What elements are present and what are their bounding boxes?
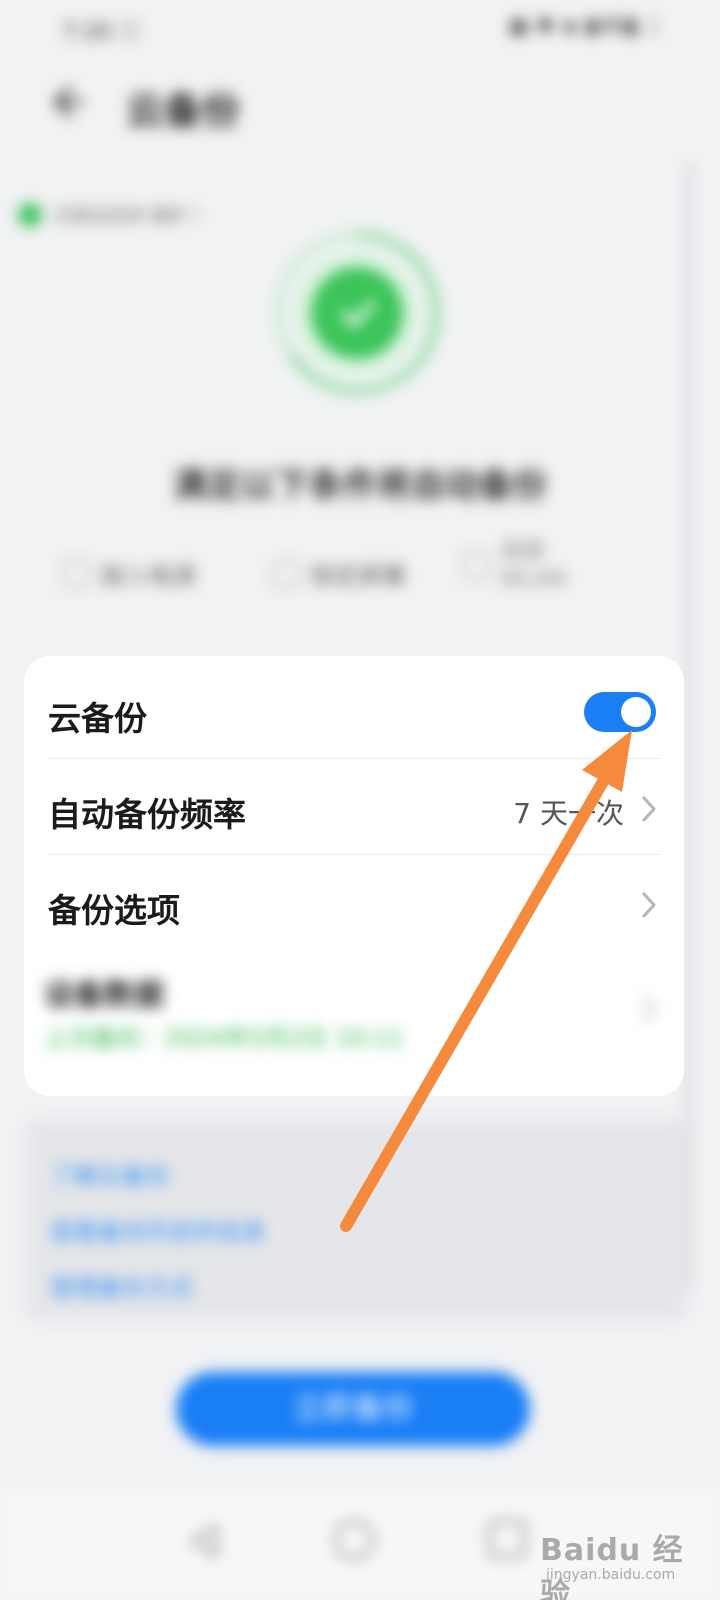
auto-backup-frequency-row[interactable]: 自动备份频率 7 天一次: [24, 760, 684, 856]
condition-power: 接入电源: [62, 556, 196, 591]
divider: [48, 758, 660, 759]
condition-label-line2: WLAN: [500, 567, 567, 592]
auto-backup-headline: 满足以下条件将自动备份: [173, 466, 547, 506]
status-time: 7:20 ⓘ: [62, 20, 141, 45]
info-link[interactable]: 管理备份方式: [50, 1268, 194, 1303]
device-data-title: 设备数据: [44, 978, 164, 1013]
chevron-right-icon: [642, 892, 656, 918]
cloud-backup-row[interactable]: 云备份: [24, 664, 684, 760]
condition-lock: 锁定屏幕: [272, 556, 406, 591]
status-icons: ▣ ✱ ◈ ▮46▮ ⎍: [508, 14, 660, 39]
cloud-backup-toggle[interactable]: [584, 692, 656, 732]
row-label: 备份选项: [48, 891, 180, 930]
lock-icon: [272, 559, 300, 588]
backup-options-row[interactable]: 备份选项: [24, 856, 684, 952]
row-label: 云备份: [48, 699, 147, 738]
backup-conditions: 接入电源 锁定屏幕 连接 WLAN: [62, 539, 662, 610]
info-links-panel: 了解云备份 查看备份历史的信息 管理备份方式: [26, 1120, 686, 1320]
row-label: 自动备份频率: [48, 795, 246, 834]
condition-label: 接入电源: [100, 562, 196, 590]
condition-wlan: 连接 WLAN: [462, 538, 566, 594]
status-bar: 7:20 ⓘ ▣ ✱ ◈ ▮46▮ ⎍: [0, 0, 720, 60]
page-title: 云备份: [126, 89, 241, 133]
frequency-value: 7 天一次: [513, 797, 624, 830]
power-plug-icon: [62, 559, 90, 588]
nav-recent-apps-icon[interactable]: [488, 1520, 526, 1558]
wifi-icon: [462, 552, 490, 580]
backup-status-ring-icon: [276, 231, 440, 394]
shield-check-icon: [18, 203, 42, 227]
info-link[interactable]: 查看备份历史的信息: [50, 1212, 266, 1247]
top-app-bar: 云备份: [0, 70, 720, 140]
toggle-knob: [621, 697, 651, 727]
baidu-jingyan-watermark: Baidu 经验 jingyan.baidu.com: [540, 1505, 710, 1600]
watermark-url: jingyan.baidu.com: [546, 1567, 676, 1583]
info-link[interactable]: 了解云备份: [50, 1156, 170, 1191]
settings-card: 云备份 自动备份频率 7 天一次 备份选项 设备数据 上次备份：2024年5月2…: [24, 656, 684, 1096]
condition-label-line1: 连接: [500, 539, 545, 564]
nav-home-icon[interactable]: [334, 1520, 374, 1560]
backup-now-button[interactable]: 立即备份: [176, 1372, 530, 1446]
protection-tag[interactable]: 已受云空间 保护 〉: [18, 200, 209, 230]
back-arrow-icon[interactable]: [44, 80, 88, 124]
chevron-right-icon: [642, 996, 656, 1022]
device-data-row[interactable]: 设备数据 上次备份：2024年5月2日 10:11: [24, 954, 684, 1094]
divider: [48, 854, 660, 855]
condition-label: 锁定屏幕: [310, 562, 406, 590]
nav-back-icon[interactable]: [186, 1522, 224, 1560]
last-backup-time: 上次备份：2024年5月2日 10:11: [44, 1024, 405, 1052]
scrollbar[interactable]: [686, 160, 692, 1290]
screen: 7:20 ⓘ ▣ ✱ ◈ ▮46▮ ⎍ 云备份 已受云空间 保护 〉 满足以下条…: [0, 0, 720, 1600]
chevron-right-icon: [642, 796, 656, 822]
protection-tag-text: 已受云空间 保护 〉: [54, 206, 210, 227]
watermark-logo-text: Baidu 经验: [540, 1533, 684, 1600]
